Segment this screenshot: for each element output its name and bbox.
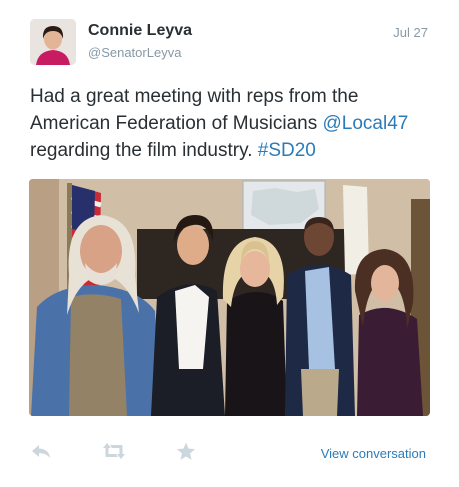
- reply-icon[interactable]: [31, 442, 51, 465]
- view-conversation-link[interactable]: View conversation: [321, 446, 426, 461]
- author-handle[interactable]: @SenatorLeyva: [88, 45, 181, 60]
- author-name[interactable]: Connie Leyva: [88, 22, 192, 40]
- group-photo-image: [29, 179, 430, 416]
- favorite-icon[interactable]: [176, 442, 196, 466]
- mention-link[interactable]: @Local47: [323, 113, 409, 134]
- hashtag-link[interactable]: #SD20: [258, 140, 316, 161]
- tweet-photo[interactable]: [29, 179, 430, 416]
- retweet-icon[interactable]: [102, 442, 126, 465]
- tweet-date[interactable]: Jul 27: [393, 25, 428, 40]
- author-avatar[interactable]: [30, 19, 76, 65]
- tweet-text-part1: Had a great meeting with reps from the A…: [30, 86, 359, 134]
- tweet-text-part2: regarding the film industry.: [30, 140, 258, 161]
- avatar-image: [30, 19, 76, 65]
- tweet-text: Had a great meeting with reps from the A…: [30, 83, 440, 164]
- tweet-card: Connie Leyva @SenatorLeyva Jul 27 Had a …: [0, 0, 459, 487]
